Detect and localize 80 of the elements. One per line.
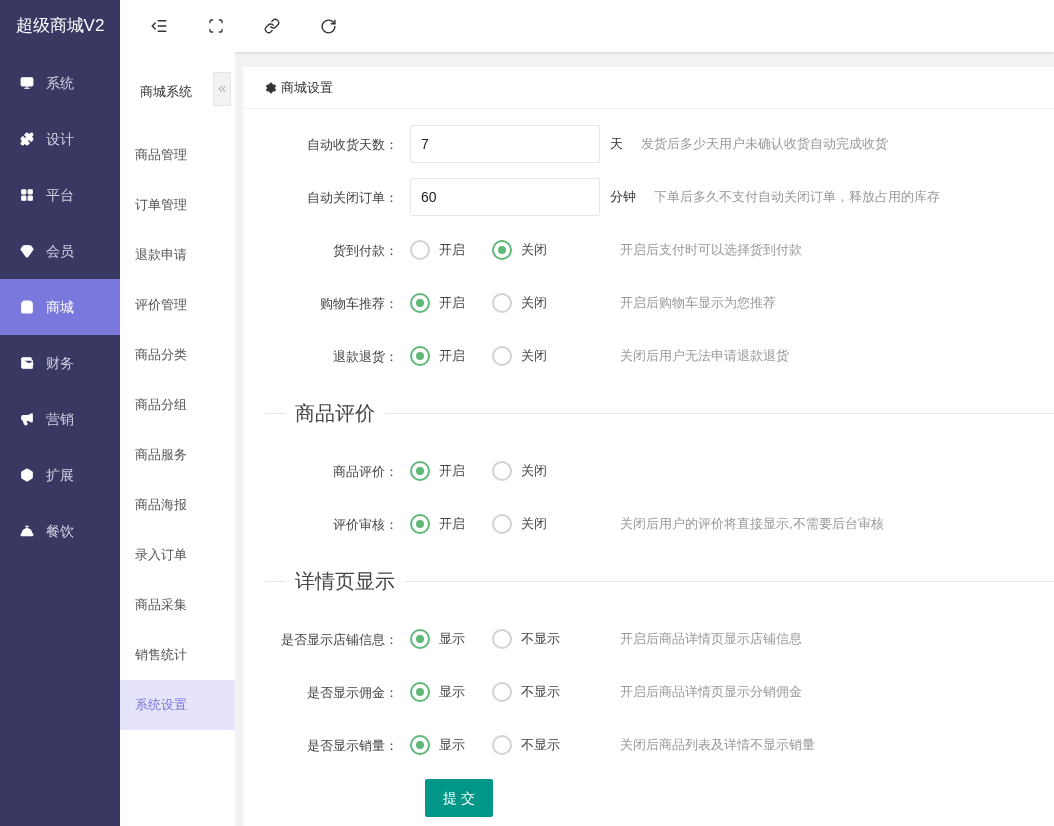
- monitor-icon: [20, 76, 34, 90]
- nav-item[interactable]: 会员: [0, 223, 120, 279]
- field-label: 自动收货天数：: [307, 136, 398, 152]
- bag-icon: [20, 300, 34, 314]
- hint-text: 开启后购物车显示为您推荐: [620, 293, 776, 312]
- refresh-icon[interactable]: [320, 17, 337, 35]
- nav-item[interactable]: 商城: [0, 279, 120, 335]
- radio-option[interactable]: 开启: [410, 345, 492, 366]
- field-label: 货到付款：: [333, 242, 398, 258]
- radio-option[interactable]: 不显示: [492, 628, 574, 649]
- field-label: 购物车推荐：: [320, 295, 398, 311]
- hint-text: 关闭后用户的评价将直接显示,不需要后台审核: [620, 514, 884, 533]
- megaphone-icon: [20, 412, 34, 426]
- radio-option[interactable]: 显示: [410, 628, 492, 649]
- text-input[interactable]: 60: [410, 177, 600, 216]
- sub-nav-item[interactable]: 录入订单: [120, 530, 235, 580]
- hint-text: 下单后多久不支付自动关闭订单，释放占用的库存: [654, 187, 940, 206]
- sub-nav-item[interactable]: 评价管理: [120, 280, 235, 330]
- text-input[interactable]: 7: [410, 124, 600, 163]
- sub-nav-item[interactable]: 商品海报: [120, 480, 235, 530]
- grid-icon: [20, 188, 34, 202]
- bell-icon: [20, 524, 34, 538]
- field-label: 是否显示佣金：: [307, 684, 398, 700]
- radio-option[interactable]: 显示: [410, 734, 492, 755]
- radio-option[interactable]: 关闭: [492, 345, 574, 366]
- radio-option[interactable]: 关闭: [492, 239, 574, 260]
- hint-text: 开启后商品详情页显示店铺信息: [620, 629, 802, 648]
- nav-item[interactable]: 平台: [0, 167, 120, 223]
- gem-icon: [20, 244, 34, 258]
- collapse-menu-icon[interactable]: [150, 17, 168, 35]
- field-label: 商品评价：: [333, 463, 398, 479]
- sub-sidebar-title: 商城系统: [140, 83, 192, 102]
- radio-option[interactable]: 关闭: [492, 292, 574, 313]
- section-heading: 详情页显示: [294, 569, 396, 594]
- radio-option[interactable]: 开启: [410, 460, 492, 481]
- box-icon: [20, 468, 34, 482]
- sub-nav-item[interactable]: 商品采集: [120, 580, 235, 630]
- hint-text: 关闭后用户无法申请退款退货: [620, 346, 789, 365]
- radio-option[interactable]: 开启: [410, 513, 492, 534]
- nav-item[interactable]: 设计: [0, 111, 120, 167]
- hint-text: 发货后多少天用户未确认收货自动完成收货: [641, 134, 888, 153]
- radio-option[interactable]: 开启: [410, 292, 492, 313]
- field-label: 退款退货：: [333, 348, 398, 364]
- radio-option[interactable]: 显示: [410, 681, 492, 702]
- section-heading: 商品评价: [294, 401, 376, 426]
- sub-nav-item[interactable]: 商品服务: [120, 430, 235, 480]
- nav-item[interactable]: 系统: [0, 55, 120, 111]
- radio-option[interactable]: 不显示: [492, 734, 574, 755]
- brand-title: 超级商城V2: [15, 15, 105, 38]
- radio-option[interactable]: 关闭: [492, 460, 574, 481]
- radio-option[interactable]: 关闭: [492, 513, 574, 534]
- hint-text: 开启后支付时可以选择货到付款: [620, 240, 802, 259]
- sub-nav-item[interactable]: 退款申请: [120, 230, 235, 280]
- sub-nav-item[interactable]: 商品分组: [120, 380, 235, 430]
- sub-nav-item[interactable]: 销售统计: [120, 630, 235, 680]
- wallet-icon: [20, 356, 34, 370]
- nav-item[interactable]: 扩展: [0, 447, 120, 503]
- unit-label: 天: [610, 134, 623, 153]
- hint-text: 关闭后商品列表及详情不显示销量: [620, 735, 815, 754]
- fullscreen-icon[interactable]: [208, 18, 224, 34]
- submit-button[interactable]: 提 交: [425, 779, 493, 817]
- hint-text: 开启后商品详情页显示分销佣金: [620, 682, 802, 701]
- link-icon[interactable]: [264, 18, 280, 34]
- nav-item[interactable]: 营销: [0, 391, 120, 447]
- radio-option[interactable]: 不显示: [492, 681, 574, 702]
- field-label: 自动关闭订单：: [307, 189, 398, 205]
- field-label: 是否显示销量：: [307, 737, 398, 753]
- double-chevron-icon: [216, 83, 228, 95]
- field-label: 是否显示店铺信息：: [281, 631, 398, 647]
- settings-icon: [265, 81, 277, 94]
- unit-label: 分钟: [610, 187, 636, 206]
- sub-nav-item[interactable]: 订单管理: [120, 180, 235, 230]
- card-title: 商城设置: [281, 78, 333, 97]
- nav-item[interactable]: 财务: [0, 335, 120, 391]
- sub-nav-item[interactable]: 商品管理: [120, 130, 235, 180]
- field-label: 评价审核：: [333, 516, 398, 532]
- puzzle-icon: [20, 132, 34, 146]
- nav-item[interactable]: 餐饮: [0, 503, 120, 559]
- sub-nav-item[interactable]: 商品分类: [120, 330, 235, 380]
- radio-option[interactable]: 开启: [410, 239, 492, 260]
